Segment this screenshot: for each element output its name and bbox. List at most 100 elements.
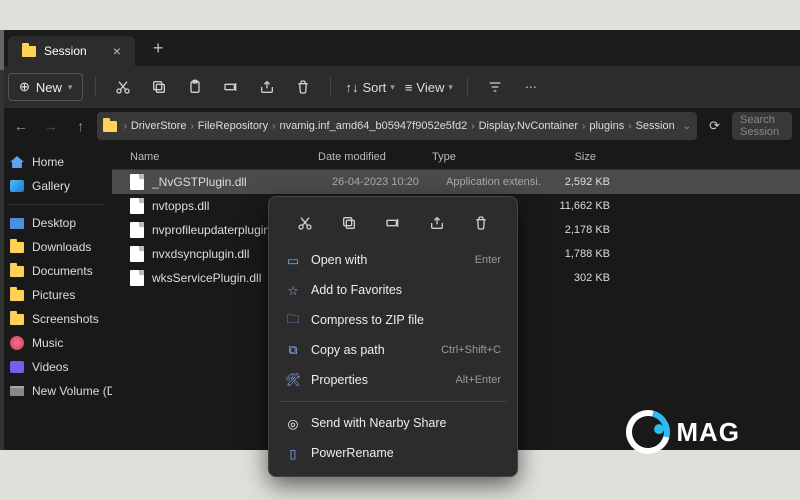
sidebar-scrollbar[interactable] bbox=[0, 144, 4, 450]
sidebar-item-home[interactable]: Home bbox=[0, 150, 112, 174]
delete-button[interactable] bbox=[288, 72, 318, 102]
sidebar-divider bbox=[8, 204, 104, 205]
separator bbox=[95, 77, 96, 97]
plus-icon: ⊕ bbox=[19, 79, 30, 95]
folder-icon bbox=[10, 264, 24, 278]
search-input[interactable]: Search Session bbox=[732, 112, 792, 140]
ctx-powerrename[interactable]: ▯PowerRename bbox=[277, 438, 509, 468]
file-icon bbox=[130, 246, 144, 262]
new-button[interactable]: ⊕ New ▾ bbox=[8, 73, 83, 101]
breadcrumb[interactable]: FileRepository› bbox=[198, 120, 276, 132]
chevron-down-icon: ▾ bbox=[68, 82, 73, 93]
new-label: New bbox=[36, 80, 62, 95]
sidebar-item-pictures[interactable]: Pictures bbox=[0, 283, 112, 307]
ctx-cut-button[interactable] bbox=[291, 209, 319, 237]
video-icon bbox=[10, 360, 24, 374]
breadcrumb[interactable]: nvamig.inf_amd64_b05947f9052e5fd2› bbox=[279, 120, 474, 132]
context-quick-actions bbox=[277, 205, 509, 245]
open-icon: ▭ bbox=[285, 252, 301, 268]
file-icon bbox=[130, 222, 144, 238]
rename-button[interactable] bbox=[216, 72, 246, 102]
ctx-share-button[interactable] bbox=[423, 209, 451, 237]
more-button[interactable]: ⋯ bbox=[516, 72, 546, 102]
context-menu: ▭Open withEnter ☆Add to Favorites 🗀Compr… bbox=[268, 196, 518, 477]
props-icon: 🛠 bbox=[285, 372, 301, 388]
col-name[interactable]: Name bbox=[130, 151, 318, 163]
nearby-icon: ◎ bbox=[285, 415, 301, 431]
gallery-icon bbox=[10, 179, 24, 193]
toolbar: ⊕ New ▾ ↑↓Sort▾ ≡View▾ ⋯ bbox=[0, 66, 800, 108]
share-button[interactable] bbox=[252, 72, 282, 102]
ctx-copy-path[interactable]: ⧉Copy as pathCtrl+Shift+C bbox=[277, 335, 509, 365]
sidebar-item-music[interactable]: Music bbox=[0, 331, 112, 355]
filter-button[interactable] bbox=[480, 72, 510, 102]
separator bbox=[330, 77, 331, 97]
breadcrumb[interactable]: DriverStore› bbox=[131, 120, 194, 132]
address-row: ← → ↑ › DriverStore› FileRepository› nva… bbox=[0, 108, 800, 144]
file-row[interactable]: _NvGSTPlugin.dll26-04-2023 10:20Applicat… bbox=[112, 170, 800, 194]
ellipsis-icon: ⋯ bbox=[525, 80, 537, 94]
address-bar[interactable]: › DriverStore› FileRepository› nvamig.in… bbox=[97, 112, 697, 140]
ctx-nearby-share[interactable]: ◎Send with Nearby Share bbox=[277, 408, 509, 438]
view-button[interactable]: ≡View▾ bbox=[403, 80, 455, 95]
paste-button[interactable] bbox=[180, 72, 210, 102]
ctx-open-with[interactable]: ▭Open withEnter bbox=[277, 245, 509, 275]
drive-icon bbox=[10, 384, 24, 398]
col-size[interactable]: Size bbox=[526, 151, 596, 163]
col-type[interactable]: Type bbox=[432, 151, 526, 163]
column-headers: Name Date modified Type Size bbox=[112, 144, 800, 170]
ctx-delete-button[interactable] bbox=[467, 209, 495, 237]
ctx-rename-button[interactable] bbox=[379, 209, 407, 237]
path-icon: ⧉ bbox=[285, 342, 301, 358]
ctx-add-favorites[interactable]: ☆Add to Favorites bbox=[277, 275, 509, 305]
tab-bar: Session × + bbox=[0, 30, 800, 66]
zip-icon: 🗀 bbox=[285, 312, 301, 328]
folder-icon bbox=[10, 240, 24, 254]
new-tab-button[interactable]: + bbox=[153, 38, 164, 59]
copy-button[interactable] bbox=[144, 72, 174, 102]
sidebar-item-screenshots[interactable]: Screenshots bbox=[0, 307, 112, 331]
file-icon bbox=[130, 270, 144, 286]
separator bbox=[467, 77, 468, 97]
sidebar-item-videos[interactable]: Videos bbox=[0, 355, 112, 379]
breadcrumb[interactable]: Session bbox=[636, 120, 675, 132]
sidebar-item-desktop[interactable]: Desktop bbox=[0, 211, 112, 235]
col-date[interactable]: Date modified bbox=[318, 151, 432, 163]
sidebar-item-documents[interactable]: Documents bbox=[0, 259, 112, 283]
tab-session[interactable]: Session × bbox=[8, 36, 135, 66]
sidebar: Home Gallery Desktop Downloads Documents… bbox=[0, 144, 112, 450]
ctx-copy-button[interactable] bbox=[335, 209, 363, 237]
sort-button[interactable]: ↑↓Sort▾ bbox=[343, 80, 396, 95]
chevron-down-icon: ▾ bbox=[448, 82, 453, 93]
home-icon bbox=[10, 155, 24, 169]
cut-button[interactable] bbox=[108, 72, 138, 102]
chevron-right-icon: › bbox=[123, 121, 126, 132]
chevron-down-icon[interactable]: ⌄ bbox=[683, 121, 691, 132]
folder-icon bbox=[103, 121, 117, 132]
back-button[interactable]: ← bbox=[8, 118, 34, 134]
ctx-compress-zip[interactable]: 🗀Compress to ZIP file bbox=[277, 305, 509, 335]
breadcrumb[interactable]: plugins› bbox=[589, 120, 631, 132]
sidebar-item-drive[interactable]: New Volume (D› bbox=[0, 379, 112, 403]
forward-button[interactable]: → bbox=[38, 118, 64, 134]
view-icon: ≡ bbox=[405, 80, 413, 95]
rename-icon: ▯ bbox=[285, 445, 301, 461]
breadcrumb[interactable]: Display.NvContainer› bbox=[479, 120, 586, 132]
ctx-properties[interactable]: 🛠PropertiesAlt+Enter bbox=[277, 365, 509, 395]
file-icon bbox=[130, 198, 144, 214]
sidebar-item-gallery[interactable]: Gallery bbox=[0, 174, 112, 198]
music-icon bbox=[10, 336, 24, 350]
sidebar-item-downloads[interactable]: Downloads bbox=[0, 235, 112, 259]
close-tab-icon[interactable]: × bbox=[113, 43, 121, 59]
folder-icon bbox=[10, 288, 24, 302]
tab-title: Session bbox=[44, 44, 87, 58]
up-button[interactable]: ↑ bbox=[68, 118, 94, 134]
file-icon bbox=[130, 174, 144, 190]
star-icon: ☆ bbox=[285, 282, 301, 298]
folder-icon bbox=[22, 46, 36, 57]
chevron-down-icon: ▾ bbox=[390, 82, 395, 93]
desktop-icon bbox=[10, 216, 24, 230]
context-divider bbox=[279, 401, 507, 402]
refresh-button[interactable]: ⟳ bbox=[709, 118, 720, 134]
folder-icon bbox=[10, 312, 24, 326]
